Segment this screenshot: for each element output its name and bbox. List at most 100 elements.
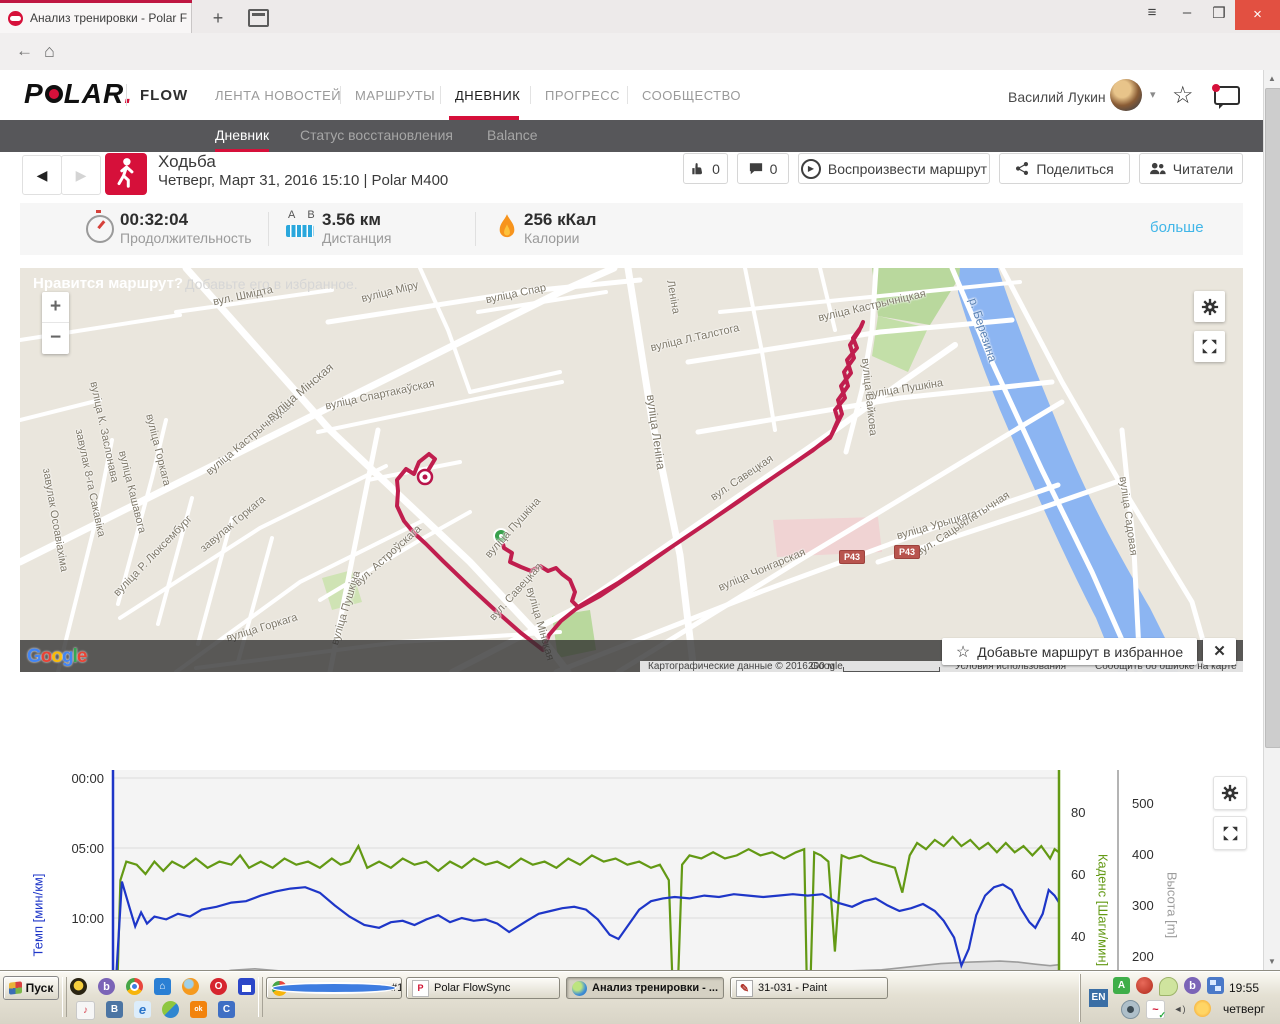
dcpp-icon[interactable]: ⌂ xyxy=(154,978,171,995)
prev-session-button[interactable]: ◀ xyxy=(22,155,62,195)
close-prompt-button[interactable]: ✕ xyxy=(1203,638,1236,665)
stat-divider xyxy=(475,212,476,246)
map-fullscreen-button[interactable] xyxy=(1194,331,1225,362)
nav-diary[interactable]: ДНЕВНИК xyxy=(455,88,520,103)
aimp2-icon[interactable] xyxy=(1194,1000,1211,1017)
more-link[interactable]: больше xyxy=(1150,219,1204,236)
google-logo-letter: e xyxy=(76,646,88,667)
subnav-recovery[interactable]: Статус восстановления xyxy=(300,120,453,152)
vk-icon[interactable]: B xyxy=(106,1001,123,1018)
share-button[interactable]: Поделиться xyxy=(999,153,1130,184)
notification-dot xyxy=(1212,84,1220,92)
aimp-icon[interactable] xyxy=(70,978,87,995)
google-logo: Google xyxy=(27,646,88,668)
followers-button[interactable]: Читатели xyxy=(1139,153,1243,184)
page-scrollbar[interactable]: ▲ ▼ xyxy=(1263,70,1280,970)
nav-progress[interactable]: ПРОГРЕСС xyxy=(545,88,620,103)
itunes-icon[interactable]: ♪ xyxy=(76,1001,95,1020)
clock[interactable]: 19:55 четверг xyxy=(1213,978,1275,1020)
tab-groups-icon[interactable] xyxy=(248,9,269,27)
summary-bar: 00:32:04 Продолжительность AB 3.56 км Ди… xyxy=(20,203,1243,255)
chart-settings-button[interactable] xyxy=(1213,776,1247,810)
volume-icon[interactable]: ◄) xyxy=(1171,1000,1188,1017)
gear-icon xyxy=(1221,784,1239,802)
route-map[interactable]: вул. Шмідта вуліца Міру вуліца Спар вуліца … xyxy=(20,268,1243,672)
expand-icon xyxy=(1202,339,1217,354)
favorite-prompt-title: Нравится маршрут? xyxy=(33,275,184,292)
nav-sep xyxy=(440,86,441,104)
chevron-down-icon[interactable]: ▾ xyxy=(1150,88,1156,101)
polarsync-icon[interactable]: ~ xyxy=(1146,1000,1166,1021)
next-session-button[interactable]: ▶ xyxy=(61,155,101,195)
polar-flow-page: P LAR. FLOW ЛЕНТА НОВОСТЕЙ МАРШРУТЫ ДНЕВН… xyxy=(0,70,1263,970)
bittorrent-icon[interactable]: b xyxy=(1184,977,1201,994)
webcam-icon[interactable] xyxy=(1121,1000,1140,1019)
like-count: 0 xyxy=(712,160,720,177)
taskbar-grip[interactable] xyxy=(62,977,67,1017)
zoom-out-button[interactable]: − xyxy=(42,323,69,353)
avg-icon[interactable]: A xyxy=(1113,977,1130,994)
new-tab-button[interactable]: + xyxy=(205,7,231,29)
favorites-star-icon[interactable]: ☆ xyxy=(1172,81,1194,110)
scroll-up-icon[interactable]: ▲ xyxy=(1264,74,1280,83)
nav-sep xyxy=(627,86,628,104)
ie-icon[interactable]: e xyxy=(134,1001,151,1018)
nav-sep xyxy=(340,86,341,104)
session-subtitle: Четверг, Март 31, 2016 15:10 | Polar M40… xyxy=(158,172,449,189)
home-icon[interactable]: ⌂ xyxy=(44,41,55,62)
opera-icon[interactable]: O xyxy=(210,978,227,995)
task-polar-flowsync[interactable]: P Polar FlowSync xyxy=(406,977,560,999)
flylink-icon[interactable]: C xyxy=(218,1001,235,1018)
menu-icon[interactable]: ≡ xyxy=(1138,4,1166,21)
chart-fullscreen-button[interactable] xyxy=(1213,816,1247,850)
task-paint[interactable]: ✎ 31-031 - Paint xyxy=(730,977,888,999)
tray-row2: ~ ◄) xyxy=(1121,1000,1211,1021)
task-firefox-active[interactable]: Анализ тренировки - ... xyxy=(566,977,724,999)
map-settings-button[interactable] xyxy=(1194,291,1225,322)
avatar[interactable] xyxy=(1110,79,1142,111)
browser-chrome: Анализ тренировки - Polar F + ≡ – ❒ × ← … xyxy=(0,0,1280,99)
polar-logo[interactable]: P LAR. xyxy=(24,78,133,110)
nav-routes[interactable]: МАРШРУТЫ xyxy=(355,88,435,103)
like-button[interactable]: 0 xyxy=(683,153,728,184)
user-name[interactable]: Василий Лукин xyxy=(1008,89,1106,105)
bug-icon[interactable] xyxy=(1136,977,1153,994)
restore-button[interactable]: ❒ xyxy=(1205,4,1233,22)
calories-value: 256 кКал xyxy=(524,210,597,229)
sas-icon[interactable] xyxy=(162,1001,179,1018)
blob-icon[interactable] xyxy=(1159,977,1178,996)
add-route-favorite-button[interactable]: ☆ Добавьте маршрут в избранное xyxy=(942,638,1197,665)
subnav-diary[interactable]: Дневник xyxy=(215,120,270,152)
thumb-up-icon xyxy=(692,162,703,174)
minimize-button[interactable]: – xyxy=(1173,4,1201,21)
comment-button[interactable]: 0 xyxy=(737,153,789,184)
firefox-icon[interactable] xyxy=(182,978,199,995)
replay-route-button[interactable]: ▶ Воспроизвести маршрут xyxy=(798,153,990,184)
nav-feed[interactable]: ЛЕНТА НОВОСТЕЙ xyxy=(215,88,341,103)
browser-tab[interactable]: Анализ тренировки - Polar F xyxy=(0,3,192,33)
language-indicator[interactable]: EN xyxy=(1089,989,1108,1007)
comment-count: 0 xyxy=(769,160,778,177)
stat-divider xyxy=(268,212,269,246)
ok-icon[interactable]: ok xyxy=(190,1001,207,1018)
task-chrome-window[interactable]: Беговая стодневка #1 ... xyxy=(266,977,402,999)
taskbar-grip[interactable] xyxy=(258,977,263,1017)
scroll-down-icon[interactable]: ▼ xyxy=(1264,957,1280,966)
map-zoom-control[interactable]: + − xyxy=(42,292,69,354)
nav-community[interactable]: СООБЩЕСТВО xyxy=(642,88,741,103)
scrollbar-thumb[interactable] xyxy=(1265,88,1280,748)
duration-value: 00:32:04 xyxy=(120,210,189,229)
save-icon[interactable] xyxy=(238,978,255,995)
zoom-in-button[interactable]: + xyxy=(42,292,69,323)
chrome-icon[interactable] xyxy=(126,978,143,995)
notifications-icon[interactable] xyxy=(1212,84,1240,109)
expand-icon xyxy=(1223,826,1237,840)
subnav-balance[interactable]: Balance xyxy=(487,120,538,152)
training-chart[interactable]: 00:0005:0010:0015:0080604020500400300200… xyxy=(0,760,1263,970)
close-button[interactable]: × xyxy=(1235,0,1280,30)
back-icon[interactable]: ← xyxy=(16,41,33,61)
start-button[interactable]: Пуск xyxy=(3,976,59,1000)
bittorrent-icon[interactable]: b xyxy=(98,978,115,995)
favorite-prompt-text: Добавьте его в избранное. xyxy=(185,276,358,292)
polar-logo-o xyxy=(44,85,63,103)
